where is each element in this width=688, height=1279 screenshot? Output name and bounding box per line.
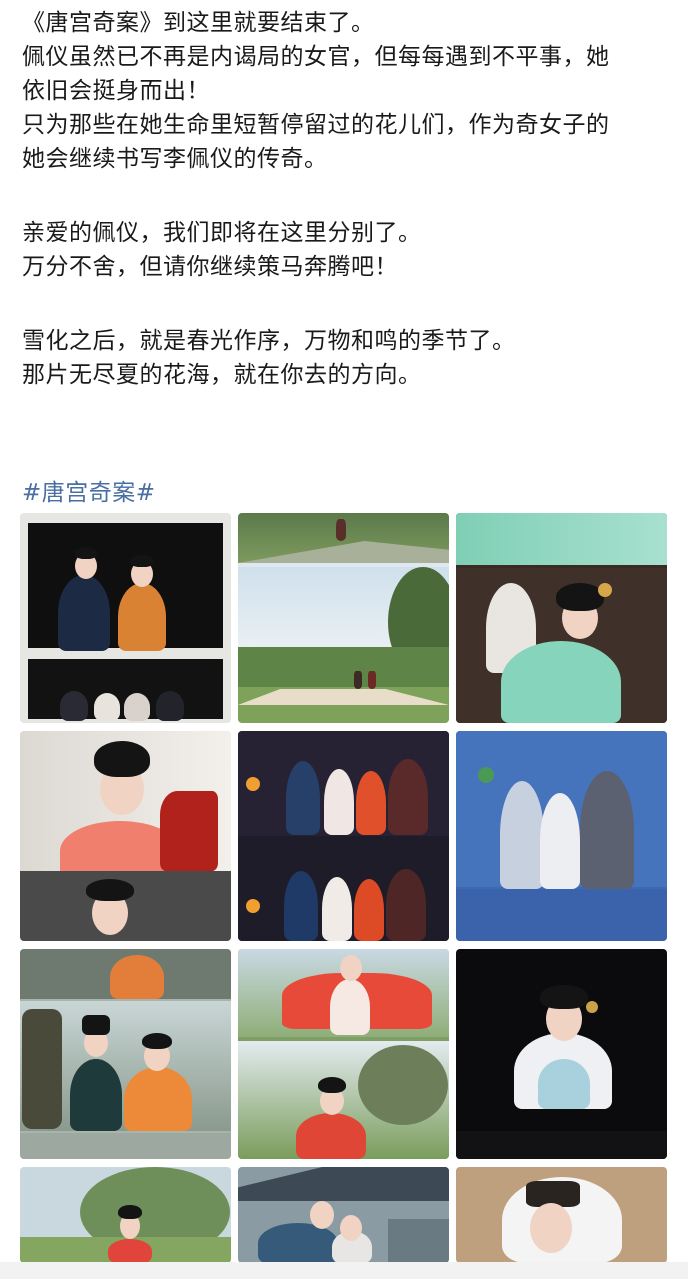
post-line: 万分不舍，但请你继续策马奔腾吧！ <box>22 254 398 280</box>
bottom-bar <box>0 1262 688 1279</box>
post-line: 佩仪虽然已不再是内谒局的女官，但每每遇到不平事，她 <box>22 44 610 70</box>
photo-group-cast[interactable] <box>238 731 449 941</box>
post-line: 那片无尽夏的花海，就在你去的方向。 <box>22 362 422 388</box>
post-line: 雪化之后，就是春光作序，万物和鸣的季节了。 <box>22 328 516 354</box>
photo-red-dress-makeup[interactable] <box>20 731 231 941</box>
post-line: 《唐宫奇案》到这里就要结束了。 <box>22 10 375 36</box>
post-line: 亲爱的佩仪，我们即将在这里分别了。 <box>22 220 422 246</box>
post-line: 依旧会挺身而出！ <box>22 78 210 104</box>
photo-teal-robe[interactable] <box>456 513 667 723</box>
photo-orange-robe-couple[interactable] <box>20 949 231 1159</box>
photo-blue-backdrop-trio[interactable] <box>456 731 667 941</box>
photo-willow-tree[interactable] <box>20 1167 231 1263</box>
photo-polaroid-couple[interactable] <box>20 513 231 723</box>
photo-red-sleeves[interactable] <box>238 949 449 1159</box>
photo-courtyard-duo[interactable] <box>238 1167 449 1263</box>
photo-horse-meadow[interactable] <box>238 513 449 723</box>
post-text: 《唐宫奇案》到这里就要结束了。 佩仪虽然已不再是内谒局的女官，但每每遇到不平事，… <box>22 6 672 392</box>
post-line: 只为那些在她生命里短暂停留过的花儿们，作为奇女子的 <box>22 112 610 138</box>
photo-white-veil[interactable] <box>456 1167 667 1263</box>
photo-fur-collar[interactable] <box>456 949 667 1159</box>
hashtag-link[interactable]: #唐宫奇案# <box>22 476 156 510</box>
post-line: 她会继续书写李佩仪的传奇。 <box>22 146 328 172</box>
